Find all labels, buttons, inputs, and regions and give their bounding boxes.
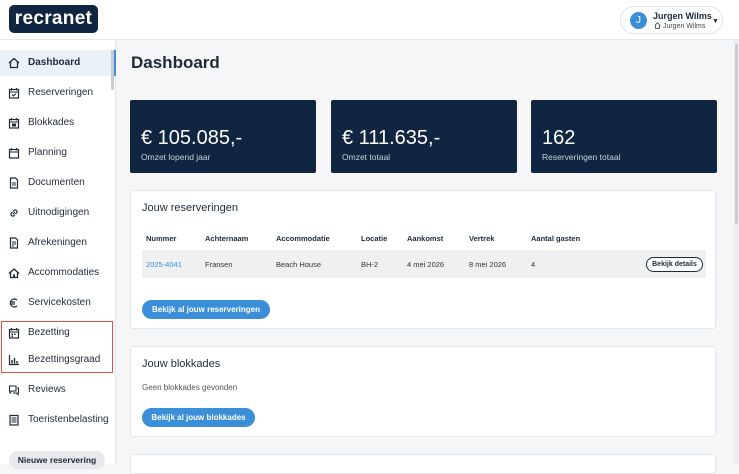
column-header-locatie: Locatie <box>361 234 388 243</box>
user-menu[interactable]: J Jurgen Wilms Jurgen Wilms ▼ <box>620 6 723 34</box>
column-header-aantal-gasten: Aantal gasten <box>531 234 581 243</box>
stat-caption: Omzet totaal <box>342 152 391 162</box>
chat-icon <box>8 385 20 396</box>
stat-card-omzet-lopend-jaar: € 105.085,- Omzet lopend jaar <box>130 100 316 173</box>
sidebar-item-uitnodigingen[interactable]: Uitnodigingen <box>0 200 116 226</box>
user-subtitle-text: Jurgen Wilms <box>662 23 706 30</box>
house-icon <box>8 268 20 279</box>
stat-caption: Reserveringen totaal <box>542 152 621 162</box>
calendar-icon <box>8 148 20 159</box>
view-all-blocks-button[interactable]: Bekijk al jouw blokkades <box>142 408 255 427</box>
user-name: Jurgen Wilms <box>653 11 712 21</box>
home-small-icon <box>654 22 661 29</box>
stat-value: € 111.635,- <box>342 127 441 149</box>
column-header-achternaam: Achternaam <box>205 234 249 243</box>
cell-vertrek: 8 mei 2026 <box>469 260 507 269</box>
sidebar-item-reserveringen[interactable]: Reserveringen <box>0 80 116 106</box>
sidebar-item-label: Planning <box>28 147 67 158</box>
view-all-reservations-button[interactable]: Bekijk al jouw reserveringen <box>142 300 270 319</box>
user-subtitle: Jurgen Wilms <box>654 22 705 30</box>
stat-card-reserveringen-totaal: 162 Reserveringen totaal <box>531 100 717 173</box>
calendar-block-icon <box>8 118 20 129</box>
main-content: Dashboard € 105.085,- Omzet lopend jaar … <box>117 40 739 474</box>
document-icon <box>9 177 19 189</box>
view-details-button[interactable]: Bekijk details <box>646 257 703 272</box>
sidebar-scrollbar[interactable] <box>111 50 114 90</box>
page-title: Dashboard <box>131 53 220 72</box>
next-card <box>130 454 716 474</box>
recranet-logo[interactable]: recranet <box>9 5 98 33</box>
sidebar-item-label: Servicekosten <box>28 297 91 308</box>
sidebar-item-servicekosten[interactable]: Servicekosten <box>0 290 116 316</box>
cell-aantal-gasten: 4 <box>531 260 536 269</box>
sidebar-item-toeristenbelasting[interactable]: Toeristenbelasting <box>0 407 116 433</box>
column-header-accommodatie: Accommodatie <box>276 234 330 243</box>
stat-value: 162 <box>542 127 576 149</box>
sidebar-item-label: Dashboard <box>28 57 81 68</box>
cell-aankomst: 4 mei 2026 <box>407 260 445 269</box>
highlight-box <box>1 321 113 373</box>
stat-card-omzet-totaal: € 111.635,- Omzet totaal <box>331 100 517 173</box>
column-header-vertrek: Vertrek <box>469 234 495 243</box>
cell-locatie: BH-2 <box>361 260 379 269</box>
column-header-aankomst: Aankomst <box>407 234 444 243</box>
link-icon <box>10 209 18 217</box>
table-row: 2025-4041 Fransen Beach House BH-2 4 mei… <box>142 250 706 278</box>
chevron-down-icon: ▼ <box>712 18 719 25</box>
new-reservation-button[interactable]: Nieuwe reservering <box>9 451 105 469</box>
sidebar-item-label: Accommodaties <box>28 267 100 278</box>
top-bar: recranet J Jurgen Wilms Jurgen Wilms ▼ <box>0 0 739 40</box>
sidebar-item-dashboard[interactable]: Dashboard <box>0 50 116 76</box>
receipt-icon <box>9 414 19 426</box>
sidebar-item-blokkades[interactable]: Blokkades <box>0 110 116 136</box>
cell-achternaam: Fransen <box>205 260 233 269</box>
sidebar-item-label: Reserveringen <box>28 87 94 98</box>
main-scrollbar[interactable] <box>734 40 739 464</box>
avatar: J <box>630 12 647 29</box>
scrollbar-thumb[interactable] <box>735 44 738 224</box>
sidebar-item-label: Toeristenbelasting <box>28 414 109 425</box>
reservations-card: Jouw reserveringen Nummer Achternaam Acc… <box>130 190 716 329</box>
sidebar-item-planning[interactable]: Planning <box>0 140 116 166</box>
invoice-icon <box>9 237 19 249</box>
calendar-check-icon <box>8 88 20 99</box>
blocks-card: Jouw blokkades Geen blokkades gevonden B… <box>130 346 716 437</box>
sidebar-item-label: Blokkades <box>28 117 75 128</box>
sidebar: Dashboard Reserveringen Blokkades Planni… <box>0 40 116 469</box>
blocks-empty-message: Geen blokkades gevonden <box>142 383 238 392</box>
cell-accommodatie: Beach House <box>276 260 322 269</box>
column-header-nummer: Nummer <box>146 234 177 243</box>
reservations-title: Jouw reserveringen <box>142 202 238 214</box>
reservation-number-link[interactable]: 2025-4041 <box>146 260 182 269</box>
sidebar-item-label: Reviews <box>28 384 66 395</box>
sidebar-item-label: Uitnodigingen <box>28 207 90 218</box>
sidebar-item-reviews[interactable]: Reviews <box>0 377 116 403</box>
euro-icon <box>9 298 18 308</box>
sidebar-item-afrekeningen[interactable]: Afrekeningen <box>0 230 116 256</box>
stat-value: € 105.085,- <box>141 127 243 149</box>
stat-caption: Omzet lopend jaar <box>141 152 211 162</box>
sidebar-item-label: Afrekeningen <box>28 237 87 248</box>
home-icon <box>8 57 20 69</box>
sidebar-item-accommodaties[interactable]: Accommodaties <box>0 260 116 286</box>
blocks-title: Jouw blokkades <box>142 358 221 370</box>
sidebar-item-documenten[interactable]: Documenten <box>0 170 116 196</box>
sidebar-item-label: Documenten <box>28 177 85 188</box>
